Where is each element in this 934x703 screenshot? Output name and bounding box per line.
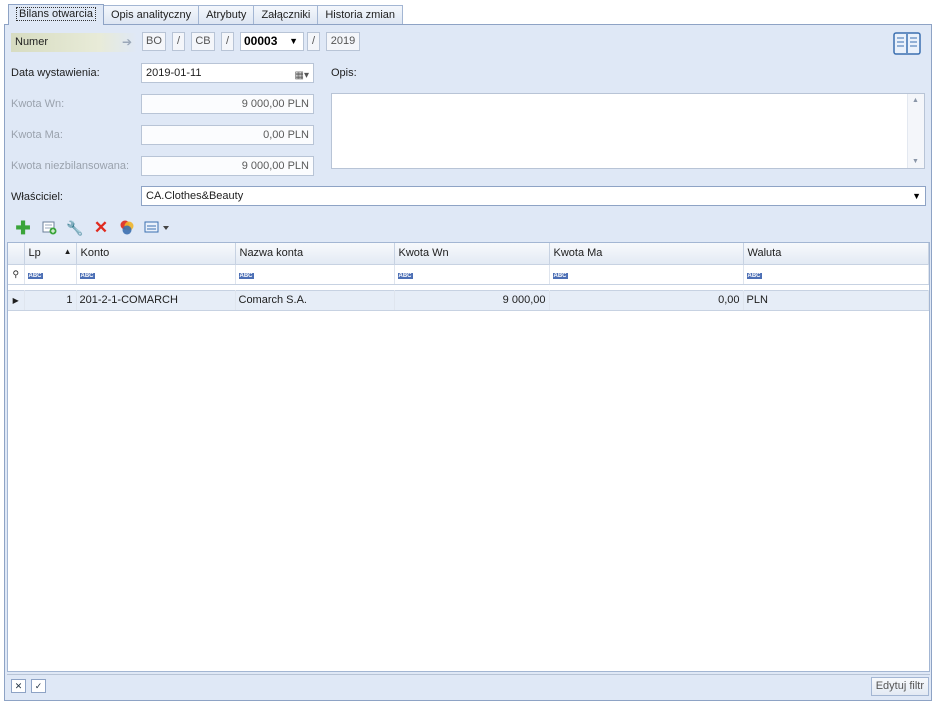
tab-bar: Bilans otwarcia Opis analityczny Atrybut… — [8, 4, 404, 25]
sort-asc-icon: ▲ — [63, 247, 72, 257]
cell-konto[interactable]: 201-2-1-COMARCH — [76, 289, 236, 311]
abc-filter-icon: ABC — [552, 273, 568, 279]
abc-filter-icon: ABC — [746, 273, 762, 279]
numer-label: Numer — [11, 33, 137, 52]
numer-series-field[interactable]: BO — [142, 32, 166, 51]
color-icon[interactable] — [117, 219, 137, 237]
kwota-wn-label: Kwota Wn: — [11, 98, 65, 110]
delete-icon[interactable]: ✕ — [91, 219, 111, 237]
column-header-kwota-ma[interactable]: Kwota Ma — [549, 243, 744, 265]
wlasciciel-label: Właściciel: — [11, 191, 63, 203]
grid-toolbar: ✚ 🔧 ✕ — [13, 218, 173, 238]
chevron-down-icon: ▼ — [289, 36, 298, 46]
filter-row: ⚲ ABC ABC ABC ABC ABC ABC — [8, 264, 929, 285]
wlasciciel-select[interactable]: CA.Clothes&Beauty ▼ — [141, 186, 926, 206]
arrow-right-icon: ➔ — [122, 35, 133, 49]
add-icon[interactable]: ✚ — [13, 219, 33, 237]
filter-cell-kwota-ma[interactable]: ABC — [549, 264, 744, 285]
chevron-down-icon: ▼ — [912, 191, 921, 201]
abc-filter-icon: ABC — [397, 273, 413, 279]
clear-filter-icon[interactable]: ✕ — [11, 679, 26, 693]
column-header-lp[interactable]: Lp ▲ — [24, 243, 77, 265]
data-wystawienia-label: Data wystawienia: — [11, 67, 100, 79]
add-from-list-icon[interactable] — [39, 219, 59, 237]
grid-header-row: Lp ▲ Konto Nazwa konta Kwota Wn Kwota Ma … — [8, 243, 929, 265]
cell-lp[interactable]: 1 — [24, 289, 77, 311]
grid-footer: ✕ ✓ Edytuj filtr — [7, 674, 930, 696]
numer-separator: / — [221, 32, 234, 51]
filter-cell-kwota-wn[interactable]: ABC — [394, 264, 550, 285]
abc-filter-icon: ABC — [238, 273, 254, 279]
form-panel: Numer ➔ BO / CB / 00003 ▼ / 2019 Data wy… — [4, 24, 932, 701]
tab-bilans-otwarcia[interactable]: Bilans otwarcia — [8, 4, 104, 25]
edit-wrench-icon[interactable]: 🔧 — [65, 219, 85, 237]
filter-cell-waluta[interactable]: ABC — [743, 264, 929, 285]
edit-filter-button[interactable]: Edytuj filtr — [870, 677, 929, 696]
wlasciciel-value: CA.Clothes&Beauty — [146, 190, 244, 202]
kwota-niezbilansowana-field: 9 000,00 PLN — [141, 156, 314, 176]
entries-grid: Lp ▲ Konto Nazwa konta Kwota Wn Kwota Ma … — [7, 242, 930, 672]
kwota-wn-field: 9 000,00 PLN — [141, 94, 314, 114]
scroll-down-icon[interactable]: ▼ — [912, 158, 919, 165]
book-icon[interactable] — [893, 31, 921, 57]
opis-textarea[interactable]: ▲ ▼ — [331, 93, 925, 169]
cell-nazwa-konta[interactable]: Comarch S.A. — [235, 289, 395, 311]
abc-filter-icon: ABC — [79, 273, 95, 279]
calendar-icon[interactable]: ▦▾ — [295, 67, 309, 85]
column-header-kwota-wn[interactable]: Kwota Wn — [394, 243, 550, 265]
data-wystawienia-value: 2019-01-11 — [146, 67, 202, 79]
numer-number-value: 00003 — [244, 34, 278, 48]
kwota-ma-label: Kwota Ma: — [11, 129, 63, 141]
cell-waluta[interactable]: PLN — [743, 289, 929, 311]
tab-zalaczniki[interactable]: Załączniki — [254, 5, 319, 25]
filter-cell-konto[interactable]: ABC — [76, 264, 236, 285]
filter-cell-nazwa-konta[interactable]: ABC — [235, 264, 395, 285]
filter-cell-lp[interactable]: ABC — [24, 264, 77, 285]
numer-number-select[interactable]: 00003 ▼ — [240, 32, 304, 51]
opis-label: Opis: — [331, 67, 357, 79]
data-wystawienia-field[interactable]: 2019-01-11 ▦▾ — [141, 63, 314, 83]
abc-filter-icon: ABC — [27, 273, 43, 279]
export-icon[interactable] — [143, 219, 173, 237]
filter-checkbox-icon[interactable]: ✓ — [31, 679, 46, 693]
column-header-waluta[interactable]: Waluta — [743, 243, 929, 265]
numer-center-field[interactable]: CB — [191, 32, 215, 51]
numer-separator: / — [307, 32, 320, 51]
row-indicator-header — [8, 243, 25, 265]
cell-kwota-wn[interactable]: 9 000,00 — [394, 289, 550, 311]
column-header-konto[interactable]: Konto — [76, 243, 236, 265]
cell-kwota-ma[interactable]: 0,00 — [549, 289, 744, 311]
tab-opis-analityczny[interactable]: Opis analityczny — [103, 5, 200, 25]
opis-scrollbar[interactable]: ▲ ▼ — [907, 94, 924, 168]
table-row[interactable]: ▶ 1 201-2-1-COMARCH Comarch S.A. 9 000,0… — [8, 289, 929, 311]
kwota-ma-field: 0,00 PLN — [141, 125, 314, 145]
scroll-up-icon[interactable]: ▲ — [912, 97, 919, 104]
numer-separator: / — [172, 32, 185, 51]
tab-atrybuty[interactable]: Atrybuty — [199, 5, 255, 25]
numer-year-field[interactable]: 2019 — [326, 32, 360, 51]
row-pointer-icon: ▶ — [8, 289, 25, 311]
kwota-niezbilansowana-label: Kwota niezbilansowana: — [11, 160, 130, 172]
tab-historia-zmian[interactable]: Historia zmian — [318, 5, 404, 25]
filter-pin-icon: ⚲ — [8, 264, 25, 285]
column-header-nazwa-konta[interactable]: Nazwa konta — [235, 243, 395, 265]
